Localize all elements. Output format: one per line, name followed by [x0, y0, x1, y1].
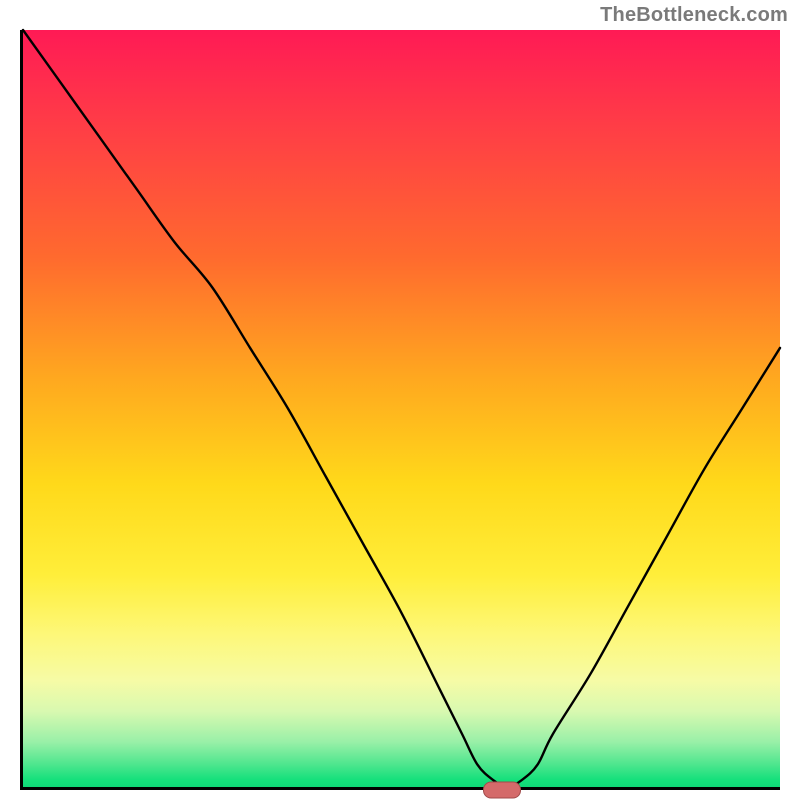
chart-container: TheBottleneck.com	[0, 0, 800, 800]
bottleneck-curve	[23, 30, 780, 787]
optimal-marker	[483, 782, 521, 799]
attribution-label: TheBottleneck.com	[600, 4, 788, 27]
plot-area	[20, 30, 780, 790]
